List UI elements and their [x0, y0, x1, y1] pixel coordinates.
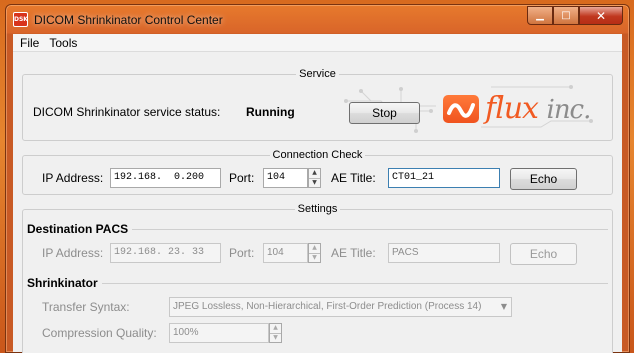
close-button[interactable]: ✕	[579, 6, 623, 25]
destination-pacs-heading: Destination PACS	[27, 222, 608, 236]
service-status-value: Running	[246, 105, 295, 119]
service-group: Service DICOM Shrinkinator service statu…	[22, 68, 613, 141]
stepper-up-icon[interactable]: ▲	[309, 244, 320, 254]
dest-ae-title-label: AE Title:	[331, 246, 376, 260]
logo-word: flux	[485, 91, 539, 126]
compression-quality-stepper[interactable]: ▲ ▼	[269, 323, 282, 343]
dest-ip-input[interactable]: 192.168. 23. 33	[110, 243, 221, 263]
window-controls: ▁ □ ✕	[527, 6, 623, 25]
transfer-syntax-label: Transfer Syntax:	[42, 300, 130, 314]
stepper-down-icon[interactable]: ▼	[309, 254, 320, 263]
dest-port-label: Port:	[229, 246, 255, 260]
menu-file[interactable]: File	[15, 36, 44, 50]
port-label: Port:	[229, 171, 255, 185]
service-status-label: DICOM Shrinkinator service status:	[33, 105, 221, 119]
logo-suffix: inc.	[546, 95, 592, 125]
compression-quality-input[interactable]: 100%	[169, 323, 269, 343]
stepper-down-icon[interactable]: ▼	[309, 179, 320, 188]
menu-tools[interactable]: Tools	[44, 36, 82, 50]
minimize-icon: ▁	[536, 10, 544, 21]
dest-echo-button[interactable]: Echo	[510, 243, 577, 265]
close-icon: ✕	[595, 8, 607, 23]
menu-bar: File Tools	[13, 34, 622, 52]
connection-check-group: Connection Check IP Address: 192.168. 0.…	[22, 149, 613, 195]
settings-group: Settings Destination PACS IP Address: 19…	[22, 203, 613, 353]
chevron-down-icon: ▼	[500, 302, 507, 311]
service-group-title: Service	[296, 68, 339, 80]
minimize-button[interactable]: ▁	[527, 6, 553, 25]
stepper-down-icon[interactable]: ▼	[270, 334, 281, 343]
echo-button[interactable]: Echo	[510, 168, 577, 190]
title-bar[interactable]: DSK DICOM Shrinkinator Control Center ▁ …	[6, 5, 629, 34]
maximize-icon: □	[561, 10, 571, 21]
dest-port-input[interactable]: 104	[263, 243, 308, 263]
window-title: DICOM Shrinkinator Control Center	[34, 13, 223, 27]
stepper-up-icon[interactable]: ▲	[270, 324, 281, 334]
maximize-button[interactable]: □	[553, 6, 579, 25]
client-area: File Tools Service DICOM Shrinkinator se…	[13, 34, 622, 353]
settings-group-title: Settings	[294, 203, 341, 215]
app-icon[interactable]: DSK	[13, 12, 28, 27]
dest-ip-label: IP Address:	[42, 246, 104, 260]
shrinkinator-heading: Shrinkinator	[27, 276, 608, 290]
flux-logo-mark-icon	[443, 95, 479, 123]
ae-title-input[interactable]: CT01_21	[388, 168, 500, 188]
port-input[interactable]: 104	[263, 168, 308, 188]
dest-ae-title-input[interactable]: PACS	[388, 243, 500, 263]
connection-check-title: Connection Check	[269, 149, 366, 161]
port-stepper[interactable]: ▲ ▼	[308, 168, 321, 188]
ip-address-label: IP Address:	[42, 171, 104, 185]
stepper-up-icon[interactable]: ▲	[309, 169, 320, 179]
ip-address-input[interactable]: 192.168. 0.200	[110, 168, 221, 188]
dest-port-stepper[interactable]: ▲ ▼	[308, 243, 321, 263]
compression-quality-label: Compression Quality:	[42, 326, 157, 340]
ae-title-label: AE Title:	[331, 171, 376, 185]
transfer-syntax-select[interactable]: JPEG Lossless, Non-Hierarchical, First-O…	[169, 297, 512, 317]
stop-service-button[interactable]: Stop	[349, 102, 420, 124]
app-window: DSK DICOM Shrinkinator Control Center ▁ …	[5, 4, 630, 353]
